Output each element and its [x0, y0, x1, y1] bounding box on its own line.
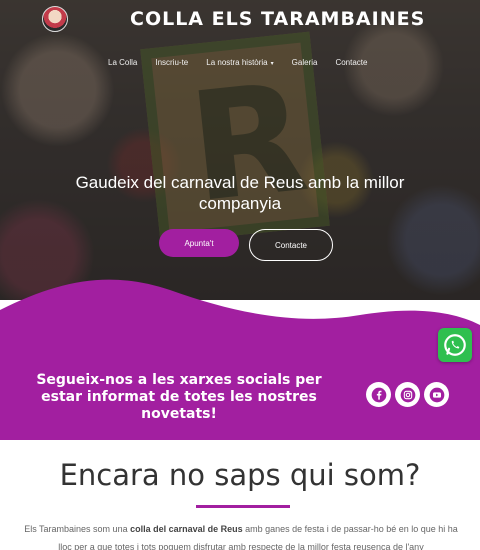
about-bold-phrase: colla del carnaval de Reus	[130, 524, 243, 534]
youtube-link[interactable]	[424, 382, 449, 407]
nav-item-contacte[interactable]: Contacte	[335, 58, 367, 67]
facebook-link[interactable]	[366, 382, 391, 407]
whatsapp-icon	[444, 334, 466, 356]
whatsapp-button[interactable]	[438, 328, 472, 362]
about-paragraph: Els Tarambaines som una colla del carnav…	[24, 524, 458, 550]
social-icons	[366, 382, 449, 407]
apuntat-button[interactable]: Apunta't	[159, 229, 239, 257]
site-title[interactable]: COLLA ELS TARAMBAINES	[130, 8, 440, 30]
nav-item-la-colla[interactable]: La Colla	[108, 58, 137, 67]
main-nav: La Colla Inscriu-te La nostra història ▾ …	[108, 58, 385, 67]
site-logo[interactable]	[42, 6, 68, 32]
title-underline	[196, 505, 290, 508]
nav-item-inscriu-te[interactable]: Inscriu-te	[155, 58, 188, 67]
facebook-icon	[371, 387, 386, 402]
youtube-icon	[429, 387, 444, 402]
instagram-link[interactable]	[395, 382, 420, 407]
nav-item-la-nostra-historia[interactable]: La nostra història ▾	[206, 58, 273, 67]
about-title: Encara no saps qui som?	[59, 458, 421, 492]
instagram-icon	[400, 387, 415, 402]
contacte-button[interactable]: Contacte	[249, 229, 333, 261]
chevron-down-icon: ▾	[270, 61, 274, 67]
hero-section: R COLLA ELS TARAMBAINES La Colla Inscriu…	[0, 0, 480, 300]
hero-overlay	[0, 0, 480, 300]
nav-item-galeria[interactable]: Galeria	[292, 58, 318, 67]
social-cta-text: Segueix-nos a les xarxes socials per est…	[36, 372, 322, 422]
hero-headline: Gaudeix del carnaval de Reus amb la mill…	[75, 173, 405, 213]
